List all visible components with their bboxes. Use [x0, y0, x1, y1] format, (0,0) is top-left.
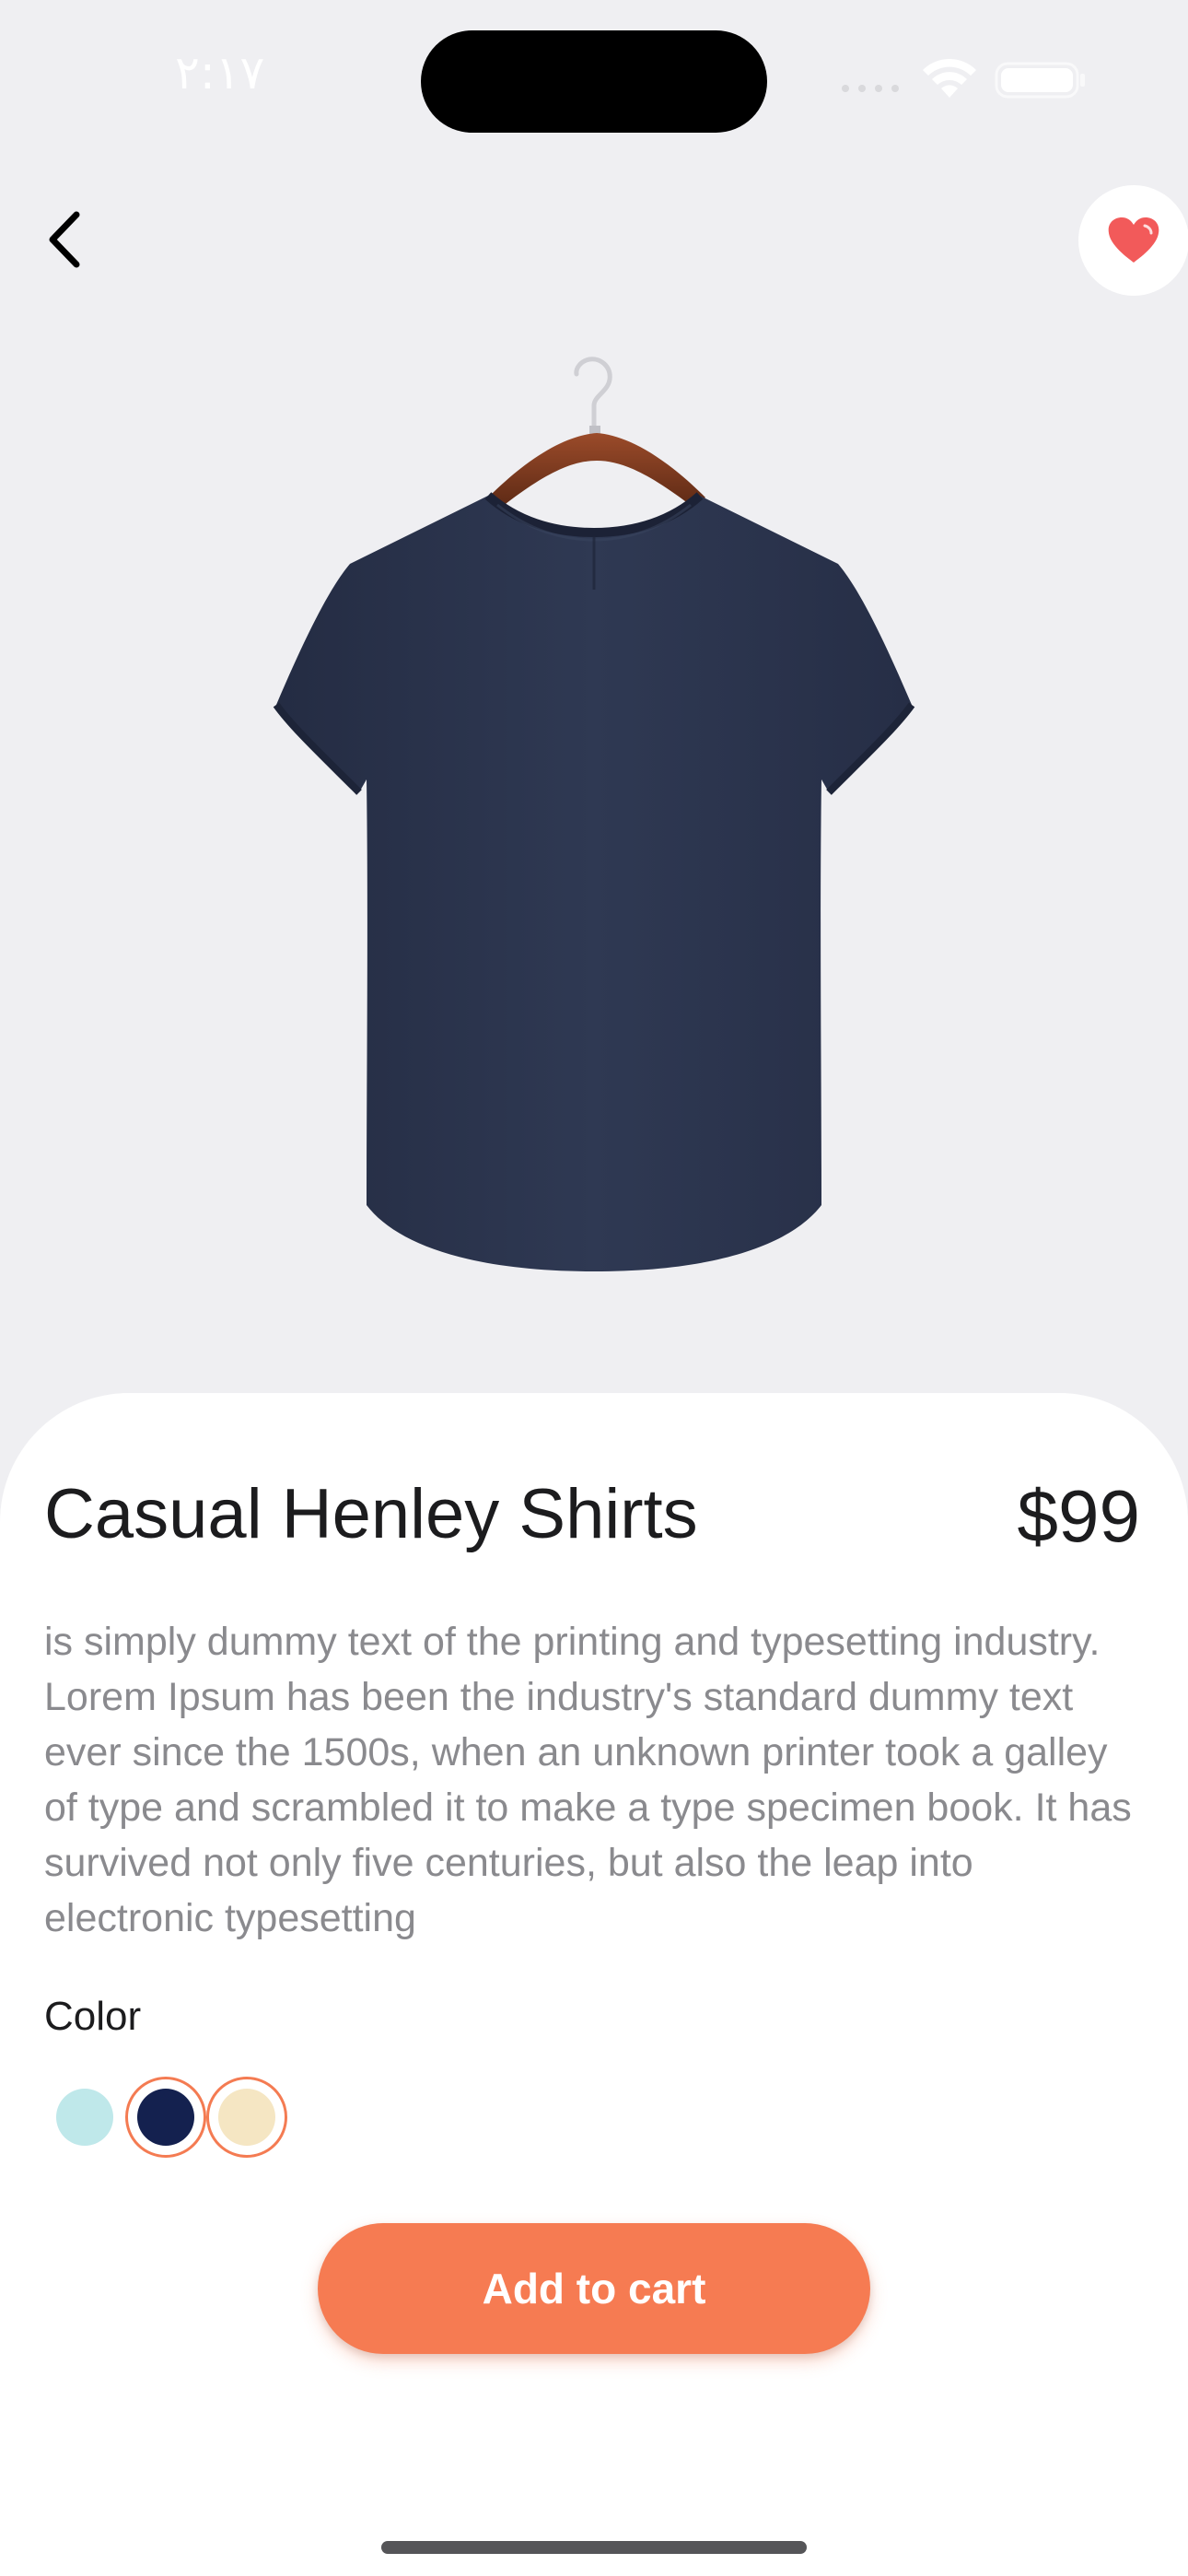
battery-icon: [995, 62, 1085, 99]
color-swatches: [44, 2071, 287, 2163]
product-image: [273, 357, 915, 1271]
wifi-icon: [923, 59, 976, 98]
product-detail-screen: ٢:١٧ Casual Henley Shirts $99 is simply …: [0, 0, 1188, 2576]
color-swatch-cream[interactable]: [206, 2077, 287, 2158]
product-description: is simply dummy text of the printing and…: [44, 1620, 1132, 1940]
back-button[interactable]: [28, 203, 101, 276]
heart-icon: [1108, 217, 1159, 263]
cellular-signal-icon: [842, 85, 899, 92]
product-price: $99: [1017, 1475, 1140, 1557]
status-time: ٢:١٧: [175, 46, 265, 100]
product-title: Casual Henley Shirts: [44, 1475, 698, 1553]
color-swatch-navy[interactable]: [125, 2077, 206, 2158]
dynamic-island: [421, 30, 767, 133]
swatch-dot: [56, 2089, 113, 2146]
favorite-button[interactable]: [1078, 185, 1188, 296]
swatch-dot: [137, 2089, 194, 2146]
color-swatch-light-blue[interactable]: [44, 2077, 125, 2158]
color-label: Color: [44, 1994, 142, 2039]
chevron-left-icon: [49, 211, 80, 268]
swatch-dot: [218, 2089, 275, 2146]
home-indicator[interactable]: [381, 2541, 807, 2554]
add-to-cart-button[interactable]: Add to cart: [318, 2223, 870, 2354]
product-info-sheet: [0, 1393, 1188, 2576]
